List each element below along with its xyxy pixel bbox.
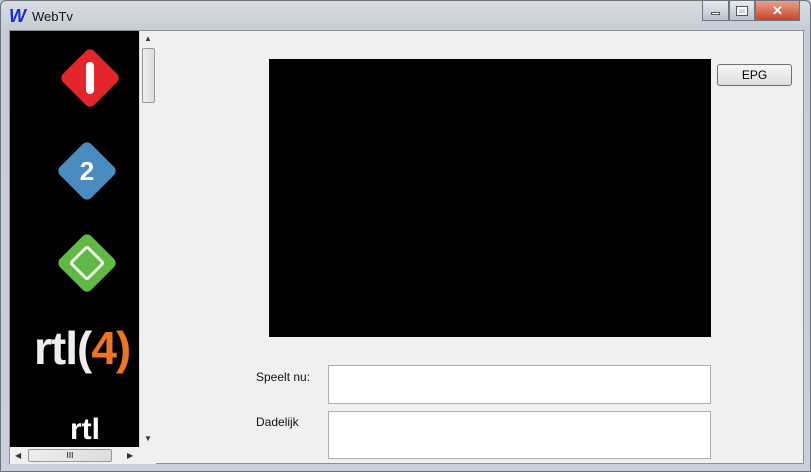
app-logo-icon: W [9, 6, 26, 26]
close-button[interactable]: ✕ [755, 1, 800, 21]
title-bar: W WebTv [9, 6, 73, 27]
maximize-icon [736, 5, 748, 16]
video-player[interactable] [269, 59, 711, 337]
epg-button[interactable]: EPG [717, 64, 792, 86]
vertical-scrollbar[interactable]: ▲ ▼ [139, 31, 156, 447]
channel-npo3[interactable] [55, 231, 119, 295]
minimize-icon [711, 12, 720, 15]
vertical-scroll-thumb[interactable] [142, 48, 155, 103]
client-area: 2 rtl(4) rtl ▲ ▼ ◀ III ▶ EPG Speelt nu: … [9, 30, 804, 464]
scroll-right-icon[interactable]: ▶ [127, 451, 133, 460]
horizontal-scrollbar[interactable]: ◀ III ▶ [10, 447, 156, 464]
channel-rtl4[interactable]: rtl(4) [34, 321, 131, 375]
maximize-button[interactable] [729, 1, 755, 21]
channel-list[interactable]: 2 rtl(4) rtl [10, 31, 139, 447]
scroll-down-icon[interactable]: ▼ [144, 434, 152, 443]
window-title: WebTv [32, 9, 73, 24]
horizontal-scroll-thumb[interactable]: III [28, 449, 112, 462]
next-field[interactable] [328, 411, 711, 459]
now-playing-label: Speelt nu: [256, 370, 311, 384]
scroll-left-icon[interactable]: ◀ [15, 451, 21, 460]
scroll-up-icon[interactable]: ▲ [144, 34, 152, 43]
minimize-button[interactable] [702, 1, 729, 21]
channel-npo2[interactable]: 2 [55, 139, 119, 203]
channel-npo1[interactable] [58, 46, 122, 110]
channel-rtl5[interactable]: rtl [70, 413, 106, 447]
close-icon: ✕ [772, 2, 783, 18]
app-window: W WebTv ✕ 2 rtl(4) rtl ▲ ▼ ◀ III ▶ EPG S… [0, 0, 811, 472]
now-playing-field[interactable] [328, 365, 711, 404]
next-label: Dadelijk [256, 415, 299, 429]
